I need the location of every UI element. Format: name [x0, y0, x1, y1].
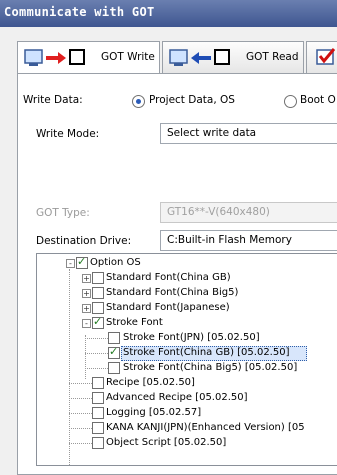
- checkbox-standard-font-jp[interactable]: [92, 302, 104, 314]
- tab-got-read-label: GOT Read: [246, 51, 299, 63]
- write-mode-label: Write Mode:: [36, 128, 100, 140]
- checkbox-recipe[interactable]: [92, 377, 104, 389]
- write-mode-value: Select write data: [167, 127, 257, 139]
- radio-project-data-os[interactable]: [132, 95, 145, 108]
- tree-item-stroke-font-jpn[interactable]: Stroke Font(JPN) [05.02.50]: [123, 332, 260, 346]
- tree-item-standard-font-big5[interactable]: Standard Font(China Big5): [106, 287, 238, 301]
- checkbox-stroke-font[interactable]: [92, 315, 104, 329]
- tree-guide: [85, 338, 108, 339]
- tree-guide: [69, 443, 92, 444]
- expander-standard-font-jp[interactable]: +: [82, 304, 91, 313]
- radio-project-data-os-label[interactable]: Project Data, OS: [149, 94, 235, 106]
- write-mode-field[interactable]: Select write data: [160, 123, 337, 144]
- tab-got-write[interactable]: GOT Write: [17, 41, 160, 75]
- tree-item-option-os[interactable]: Option OS: [90, 257, 141, 271]
- title-bar: Communicate with GOT: [0, 0, 337, 27]
- got-type-field: GT16**-V(640x480): [160, 202, 337, 223]
- checkbox-standard-font-gb[interactable]: [92, 272, 104, 284]
- tree-guide-root: [69, 269, 70, 465]
- got-read-icon: [169, 49, 230, 66]
- tree-item-logging[interactable]: Logging [05.02.57]: [106, 407, 201, 421]
- tree-guide: [85, 353, 108, 354]
- checkbox-object-script[interactable]: [92, 437, 104, 449]
- tab-got-write-label: GOT Write: [101, 51, 155, 63]
- got-type-label: GOT Type:: [36, 207, 90, 219]
- checkbox-stroke-font-big5[interactable]: [108, 362, 120, 374]
- expander-option-os[interactable]: -: [66, 259, 75, 268]
- verify-icon: [316, 48, 336, 65]
- tree-guide: [69, 413, 92, 414]
- destination-drive-field[interactable]: C:Built-in Flash Memory: [160, 230, 337, 251]
- tree-item-kana-kanji[interactable]: KANA KANJI(JPN)(Enhanced Version) [05: [106, 422, 305, 436]
- checkbox-stroke-font-jpn[interactable]: [108, 332, 120, 344]
- checkbox-logging[interactable]: [92, 407, 104, 419]
- tree-item-object-script[interactable]: Object Script [05.02.50]: [106, 437, 226, 451]
- tree-guide: [85, 368, 108, 369]
- tree-guide: [69, 398, 92, 399]
- radio-boot-os-label[interactable]: Boot O: [300, 94, 336, 106]
- window-title: Communicate with GOT: [4, 5, 155, 19]
- got-write-icon: [24, 49, 85, 66]
- expander-standard-font-gb[interactable]: +: [82, 274, 91, 283]
- tree-item-stroke-font-big5[interactable]: Stroke Font(China Big5) [05.02.50]: [123, 362, 297, 376]
- write-data-label: Write Data:: [23, 94, 83, 106]
- checkbox-advanced-recipe[interactable]: [92, 392, 104, 404]
- tab-got-read[interactable]: GOT Read: [162, 41, 304, 73]
- tab-verify[interactable]: [306, 41, 337, 73]
- checkbox-stroke-font-gb[interactable]: [108, 345, 120, 359]
- radio-boot-os[interactable]: [284, 95, 297, 108]
- tree-guide: [69, 428, 92, 429]
- expander-standard-font-big5[interactable]: +: [82, 289, 91, 298]
- expander-stroke-font[interactable]: -: [82, 319, 91, 328]
- destination-drive-value[interactable]: C:Built-in Flash Memory: [167, 234, 292, 246]
- tree-item-stroke-font[interactable]: Stroke Font: [106, 317, 163, 331]
- checkbox-kana-kanji[interactable]: [92, 422, 104, 434]
- destination-drive-label: Destination Drive:: [36, 235, 132, 247]
- checkbox-option-os[interactable]: [76, 255, 88, 269]
- tree-guide-stroke-font: [85, 335, 86, 379]
- tree-item-standard-font-jp[interactable]: Standard Font(Japanese): [106, 302, 230, 316]
- tree-item-standard-font-gb[interactable]: Standard Font(China GB): [106, 272, 231, 286]
- write-data-tree[interactable]: - Option OS + Standard Font(China GB) + …: [36, 253, 337, 466]
- checkbox-standard-font-big5[interactable]: [92, 287, 104, 299]
- tree-item-stroke-font-gb[interactable]: Stroke Font(China GB) [05.02.50]: [123, 347, 289, 361]
- dialog-body: GOT Write GOT Read Write Data: Project D…: [0, 27, 337, 475]
- tree-item-recipe[interactable]: Recipe [05.02.50]: [106, 377, 195, 391]
- tree-item-advanced-recipe[interactable]: Advanced Recipe [05.02.50]: [106, 392, 248, 406]
- tree-guide: [69, 383, 92, 384]
- got-type-value: GT16**-V(640x480): [167, 206, 270, 218]
